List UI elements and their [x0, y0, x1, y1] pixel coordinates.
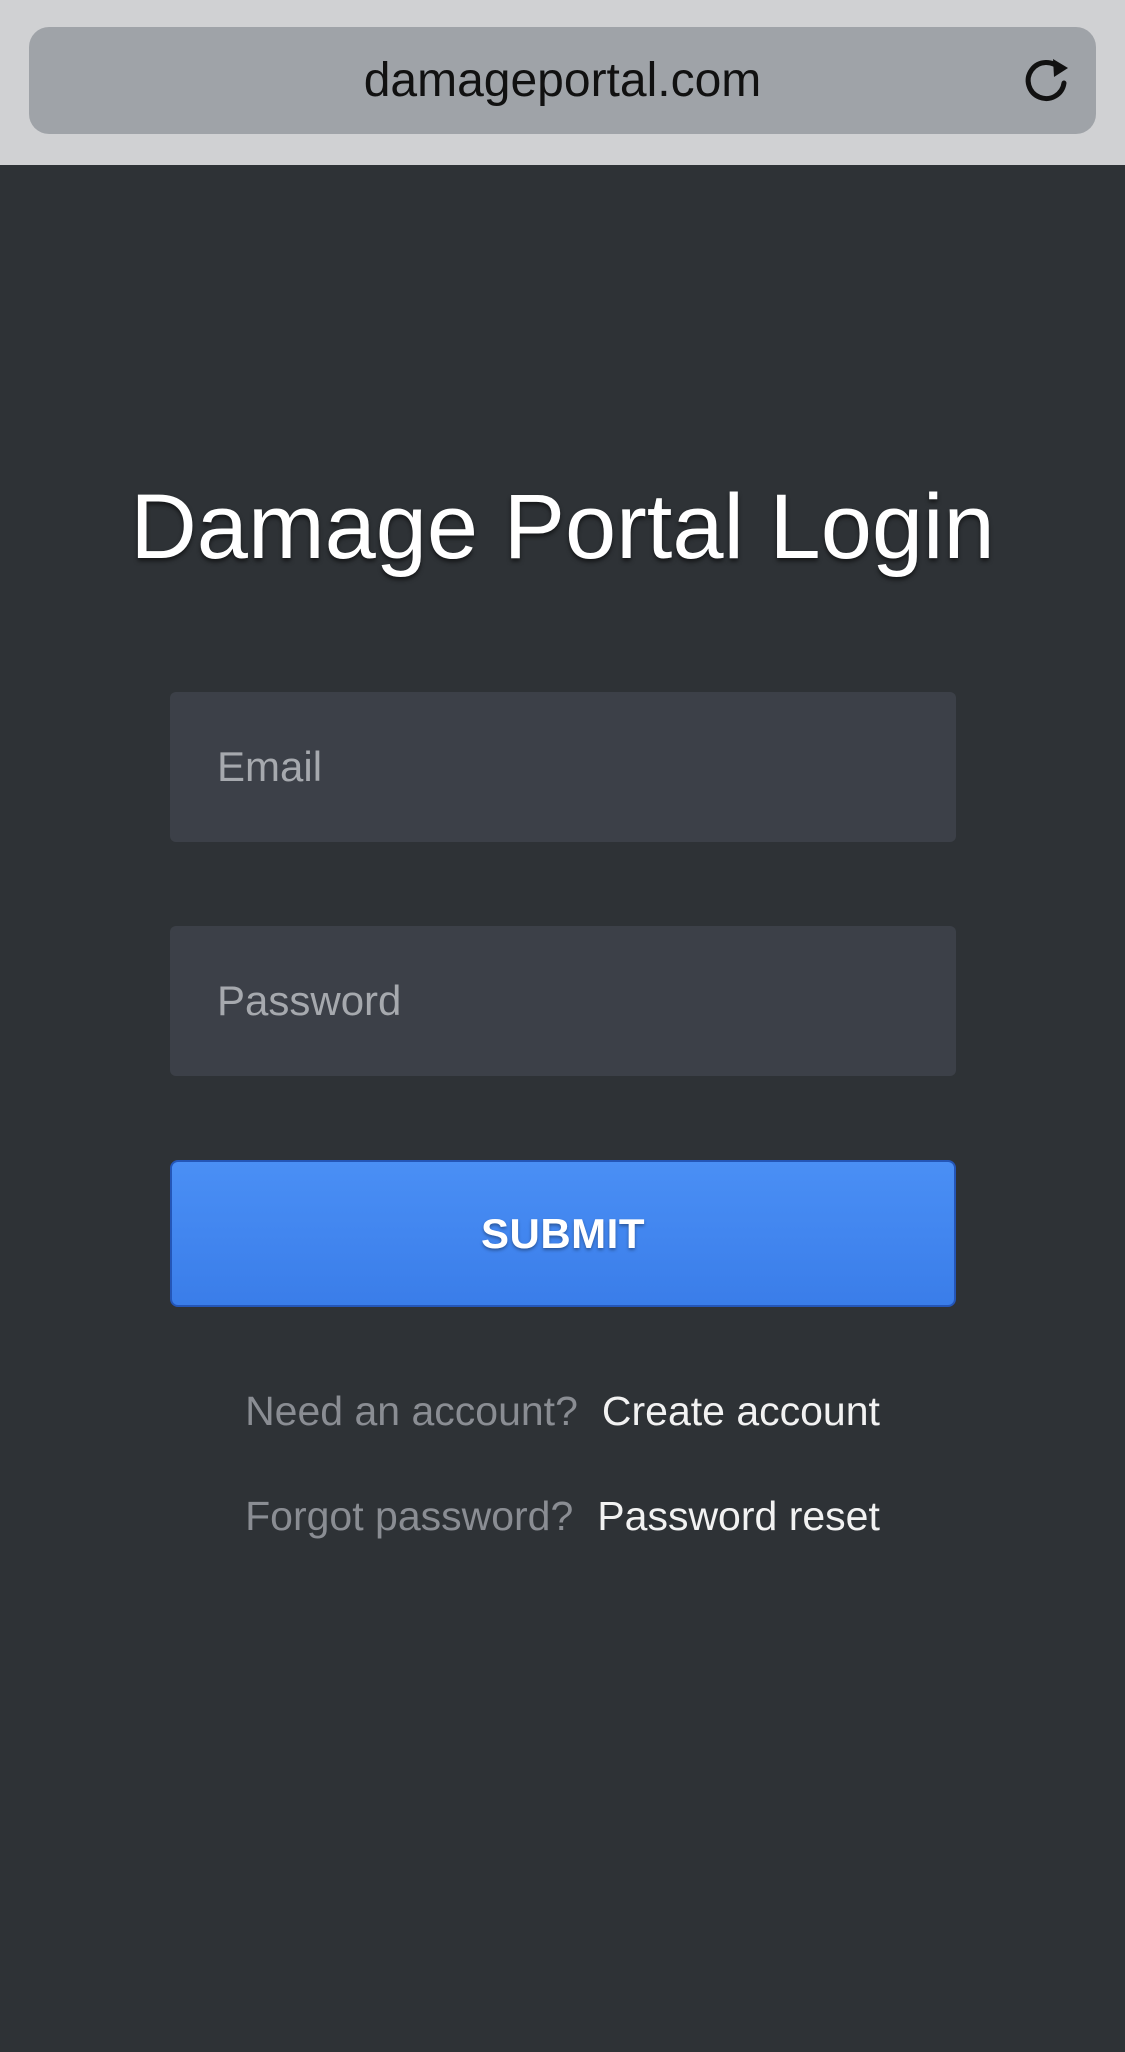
url-text[interactable]: damageportal.com [29, 27, 1096, 134]
reload-icon[interactable] [1020, 55, 1072, 107]
create-account-link[interactable]: Create account [602, 1388, 880, 1434]
email-field[interactable] [170, 692, 956, 842]
browser-toolbar: damageportal.com [0, 0, 1125, 165]
password-field[interactable] [170, 926, 956, 1076]
create-account-row: Need an account? Create account [0, 1386, 1125, 1436]
create-account-prompt: Need an account? [245, 1388, 578, 1434]
submit-button[interactable]: SUBMIT [170, 1160, 956, 1307]
password-reset-row: Forgot password? Password reset [0, 1491, 1125, 1541]
password-reset-prompt: Forgot password? [245, 1493, 574, 1539]
address-bar[interactable]: damageportal.com [29, 27, 1096, 134]
password-reset-link[interactable]: Password reset [597, 1493, 880, 1539]
login-page: Damage Portal Login SUBMIT Need an accou… [0, 165, 1125, 2052]
page-title: Damage Portal Login [130, 476, 995, 578]
